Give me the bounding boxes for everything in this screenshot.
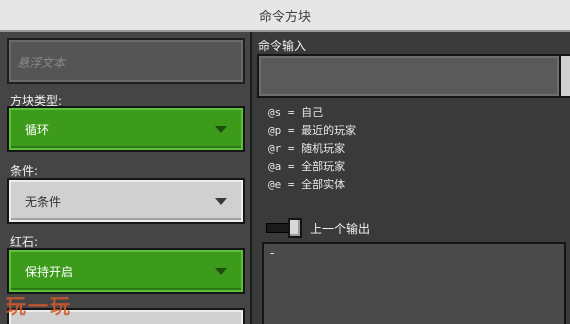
selector-item: @r = 随机玩家 — [268, 142, 346, 155]
condition-label: 条件: — [10, 164, 39, 178]
selector-item: @a = 全部玩家 — [268, 160, 346, 173]
condition-dropdown[interactable]: 无条件 — [7, 178, 245, 224]
right-command-panel: 命令输入 @s = 自己 @p = 最近的玩家 @r = 随机玩家 @a = 全… — [252, 32, 570, 324]
chevron-down-icon — [215, 198, 227, 205]
hover-text-placeholder: 悬浮文本 — [17, 56, 66, 70]
window-title: 命令方块 — [258, 9, 311, 25]
left-settings-panel: 悬浮文本 方块类型: 循环 条件: 无条件 红石: 保持开启 — [0, 32, 252, 324]
selector-help-list: @s = 自己 @p = 最近的玩家 @r = 随机玩家 @a = 全部玩家 @… — [268, 104, 356, 194]
selector-item: @p = 最近的玩家 — [268, 124, 357, 137]
chevron-down-icon — [215, 126, 227, 133]
previous-output-label: 上一个输出 — [310, 221, 371, 236]
condition-value: 无条件 — [25, 194, 62, 209]
command-expand-button[interactable] — [559, 54, 570, 98]
block-type-value: 循环 — [25, 122, 50, 137]
previous-output-box: - — [262, 242, 566, 324]
redstone-dropdown[interactable]: 保持开启 — [7, 248, 245, 294]
block-type-dropdown[interactable]: 循环 — [7, 106, 245, 152]
previous-output-toggle-row: 上一个输出 — [266, 218, 370, 238]
selector-item: @s = 自己 — [268, 106, 324, 119]
redstone-value: 保持开启 — [25, 264, 74, 279]
hover-text-input[interactable]: 悬浮文本 — [7, 38, 245, 84]
previous-output-toggle[interactable] — [266, 218, 302, 238]
chevron-down-icon — [215, 268, 227, 275]
watermark-logo: 玩一玩 — [6, 294, 72, 318]
window-title-bar: 命令方块 — [0, 0, 570, 32]
command-input-label: 命令输入 — [258, 39, 307, 53]
toggle-knob[interactable] — [288, 218, 302, 238]
command-input[interactable] — [257, 54, 561, 98]
selector-item: @e = 全部实体 — [268, 178, 346, 191]
command-block-screen: 命令方块 悬浮文本 方块类型: 循环 条件: 无条件 红石: 保持开启 命令输入… — [0, 0, 570, 324]
previous-output-value: - — [270, 246, 275, 260]
